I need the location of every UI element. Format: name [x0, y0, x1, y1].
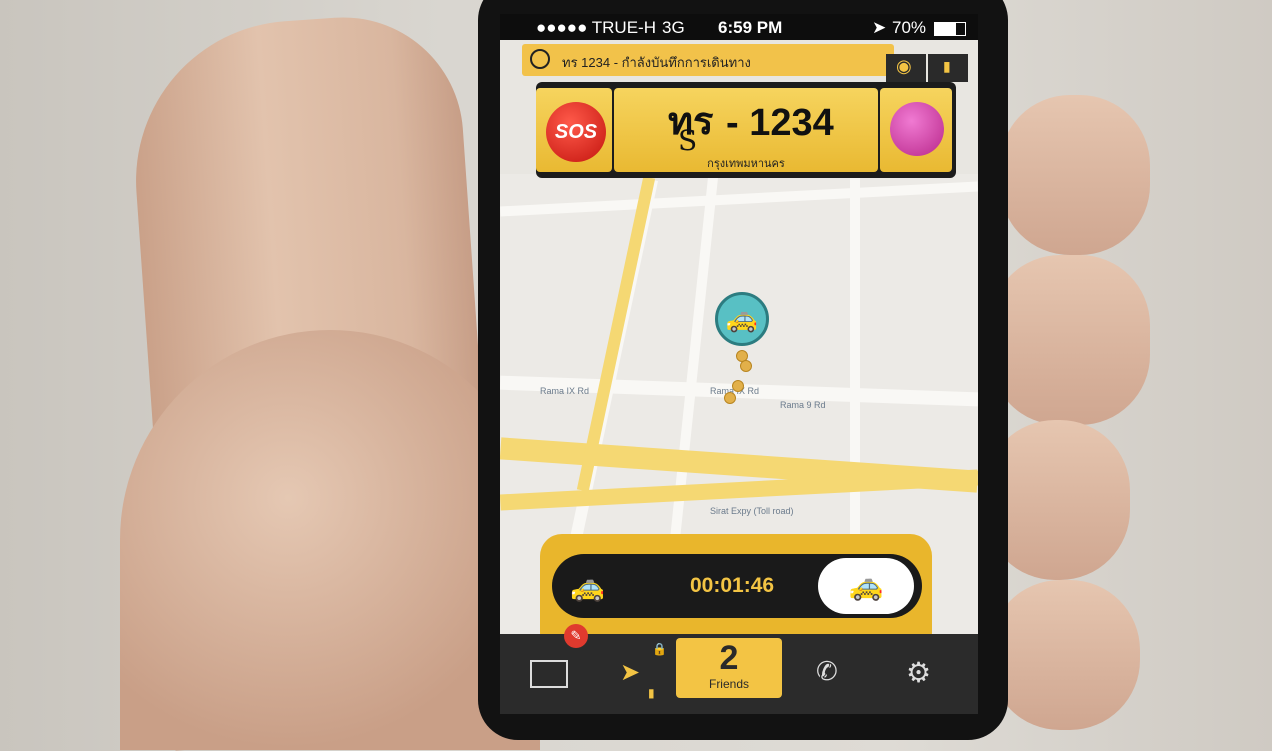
passenger-icon[interactable]: 🚕 — [570, 570, 605, 603]
plate-number: - 1234 — [726, 102, 834, 144]
id-card-icon — [530, 660, 568, 688]
edit-icon[interactable]: ✎ — [564, 624, 588, 648]
plate-sub-character: S — [678, 124, 698, 157]
battery-icon — [934, 22, 966, 36]
carrier: ●●●●● TRUE-H — [536, 18, 656, 37]
friends-label: Friends — [708, 677, 749, 691]
phone-screen: Rama IX Rd Rama 9 Rd Sirat Expy (Toll ro… — [500, 14, 978, 714]
trip-banner[interactable]: ทร 1234 - กำลังบันทึกการเดินทาง — [522, 44, 894, 76]
sos-frame: SOS — [536, 88, 612, 172]
taxi-icon: 🚕 — [848, 570, 884, 601]
clock: 6:59 PM — [718, 18, 783, 37]
eye-button[interactable]: ◉ — [886, 54, 926, 82]
sos-button[interactable]: SOS — [546, 102, 606, 162]
hand-palm — [120, 330, 540, 750]
taxi-icon — [530, 49, 550, 69]
license-plate: ทร S - 1234 กรุงเทพมหานคร — [614, 88, 878, 172]
location-arrow-icon: ➤ — [620, 659, 641, 686]
map-label: Sirat Expy (Toll road) — [710, 506, 794, 516]
banner-text: ทร 1234 - กำลังบันทึกการเดินทาง — [562, 55, 751, 70]
color-frame — [880, 88, 952, 172]
taxi-location-pin[interactable]: 🚕 — [715, 292, 769, 346]
taxi-mode-button[interactable]: 🚕 — [818, 558, 914, 614]
hand-finger — [990, 580, 1140, 730]
tab-call[interactable]: ✆ — [790, 634, 866, 714]
hand-finger — [990, 255, 1150, 425]
battery-percent: 70% — [892, 18, 927, 37]
status-bar: ●●●●● TRUE-H 3G 6:59 PM ➤ 70% — [500, 14, 978, 40]
color-button[interactable] — [890, 102, 944, 156]
signal-icon: ▮ — [648, 686, 655, 700]
map-label: Rama IX Rd — [540, 386, 590, 396]
route-dot — [740, 360, 752, 372]
hand-finger — [1000, 95, 1150, 255]
trip-timer: 00:01:46 — [690, 574, 775, 597]
tab-navigate[interactable]: ➤ 🔒 ▮ — [596, 634, 672, 714]
license-plate-card: SOS ทร S - 1234 กรุงเทพมหานคร — [536, 82, 956, 178]
tab-friends[interactable]: 2 Friends — [676, 638, 782, 698]
plate-province: กรุงเทพมหานคร — [707, 158, 785, 170]
route-dot — [724, 392, 736, 404]
network-type: 3G — [662, 18, 685, 37]
sticker-button[interactable]: ▮ — [928, 54, 968, 82]
map-label: Rama 9 Rd — [780, 400, 826, 410]
eye-icon: ◉ — [896, 56, 912, 76]
tab-settings[interactable]: ⚙ — [880, 634, 956, 714]
route-dot — [732, 380, 744, 392]
gear-icon: ⚙ — [906, 657, 932, 688]
phone-icon: ✆ — [816, 656, 838, 686]
taxi-icon: 🚕 — [725, 303, 759, 333]
friends-count: 2 — [719, 639, 739, 677]
location-arrow-icon: ➤ — [872, 18, 887, 37]
phone-small-icon: ▮ — [943, 58, 951, 74]
lock-icon: 🔒 — [652, 642, 667, 656]
